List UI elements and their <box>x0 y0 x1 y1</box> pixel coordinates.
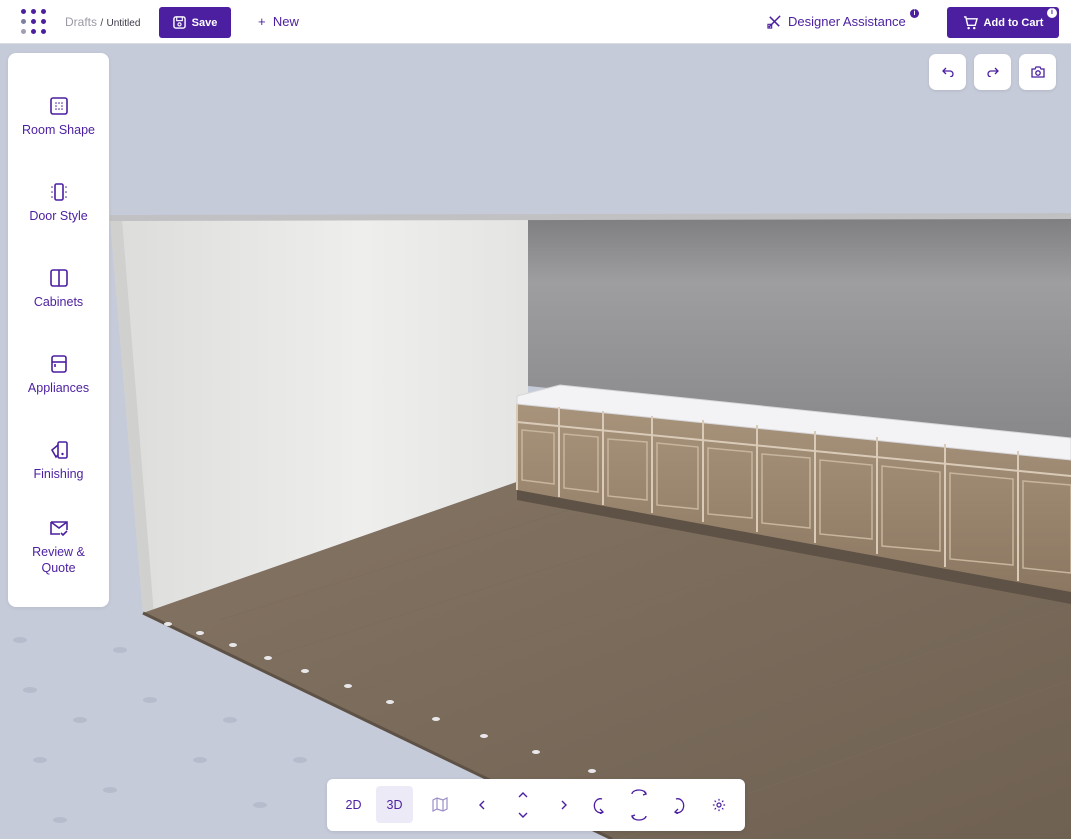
breadcrumb-drafts[interactable]: Drafts <box>65 15 97 29</box>
screenshot-button[interactable] <box>1019 54 1056 90</box>
sidebar-item-label: Room Shape <box>22 123 95 137</box>
orbit-left-icon <box>593 797 604 814</box>
orbit-bottom-icon <box>630 814 647 821</box>
orbit-right-button[interactable] <box>659 786 696 823</box>
view-controls-bar: 2D 3D <box>327 779 745 831</box>
designer-tools-icon <box>767 15 781 29</box>
sidebar-item-review-quote[interactable]: Review & Quote <box>8 518 109 576</box>
breadcrumb-current: Untitled <box>106 18 141 29</box>
rotate-right-button[interactable] <box>545 786 582 823</box>
review-quote-icon <box>49 521 68 537</box>
sidebar-item-door-style[interactable]: Door Style <box>8 182 109 224</box>
orbit-right-icon <box>673 797 684 814</box>
cabinets-icon <box>49 269 68 287</box>
chevron-up-icon <box>518 792 527 798</box>
chevron-right-icon <box>561 800 567 809</box>
map-icon <box>431 797 448 812</box>
settings-icon <box>712 798 725 811</box>
appliances-icon <box>50 355 67 373</box>
sidebar-item-label-2: Quote <box>41 561 76 575</box>
map-view-button[interactable] <box>421 786 458 823</box>
redo-button[interactable] <box>974 54 1011 90</box>
orbit-top-button[interactable] <box>620 783 657 805</box>
app-logo-icon[interactable] <box>20 8 48 36</box>
top-bar: Drafts / Untitled Save + New Designer As… <box>0 0 1071 44</box>
designer-assistance-button[interactable]: Designer Assistance <box>767 14 906 29</box>
left-sidebar: Room Shape Door Style Cabinets Appliance… <box>8 53 109 607</box>
sidebar-item-cabinets[interactable]: Cabinets <box>8 268 109 310</box>
new-button[interactable]: + New <box>258 14 299 29</box>
chevron-left-icon <box>478 800 484 809</box>
orbit-left-button[interactable] <box>581 786 618 823</box>
cart-icon <box>963 15 978 29</box>
orbit-bottom-button[interactable] <box>620 805 657 827</box>
mode-2d-button[interactable]: 2D <box>335 786 372 823</box>
mode-3d-button[interactable]: 3D <box>376 786 413 823</box>
camera-icon <box>1030 66 1045 78</box>
designer-label: Designer Assistance <box>788 14 906 29</box>
breadcrumb: Drafts / Untitled <box>65 15 140 29</box>
orbit-top-icon <box>630 789 647 796</box>
add-to-cart-button[interactable]: Add to Cart <box>947 7 1059 38</box>
sidebar-item-label: Cabinets <box>33 295 84 309</box>
tilt-down-button[interactable] <box>504 805 541 825</box>
undo-button[interactable] <box>929 54 966 90</box>
sidebar-item-appliances[interactable]: Appliances <box>8 354 109 396</box>
sidebar-item-label: Door Style <box>29 209 88 223</box>
designer-info-icon[interactable]: i <box>910 9 919 18</box>
redo-icon <box>986 67 999 77</box>
room-shape-icon <box>49 97 68 115</box>
door-style-icon <box>50 183 67 201</box>
plus-icon: + <box>258 14 266 29</box>
save-button[interactable]: Save <box>159 7 231 38</box>
sidebar-item-label: Finishing <box>33 467 84 481</box>
sidebar-item-label: Review & <box>32 545 85 559</box>
save-label: Save <box>191 16 218 29</box>
breadcrumb-separator: / <box>100 18 104 29</box>
new-label: New <box>272 14 299 29</box>
tilt-up-button[interactable] <box>504 785 541 805</box>
room-3d-view[interactable] <box>0 0 1071 839</box>
cart-label: Add to Cart <box>983 16 1044 29</box>
view-settings-button[interactable] <box>700 786 737 823</box>
rotate-left-button[interactable] <box>463 786 500 823</box>
cart-info-icon[interactable]: i <box>1047 8 1057 18</box>
sidebar-item-finishing[interactable]: Finishing <box>8 440 109 482</box>
chevron-down-icon <box>518 812 527 818</box>
undo-icon <box>941 67 954 77</box>
finishing-icon <box>50 441 68 459</box>
sidebar-item-label: Appliances <box>27 381 90 395</box>
floppy-icon <box>172 16 186 29</box>
sidebar-item-room-shape[interactable]: Room Shape <box>8 96 109 138</box>
